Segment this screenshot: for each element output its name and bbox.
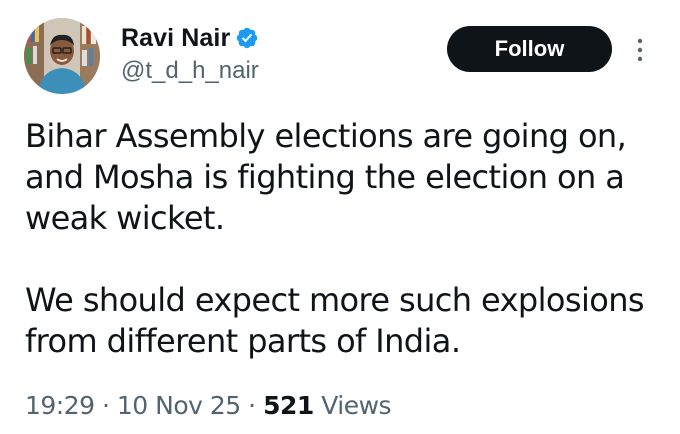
views-label: Views: [321, 391, 392, 420]
user-handle[interactable]: @t_d_h_nair: [121, 56, 259, 86]
avatar[interactable]: [24, 18, 100, 94]
more-vertical-icon[interactable]: [633, 36, 647, 64]
tweet-date[interactable]: 10 Nov 25: [117, 391, 241, 420]
tweet-paragraph: We should expect more such explosions fr…: [25, 281, 645, 360]
display-name[interactable]: Ravi Nair: [121, 22, 230, 54]
avatar-photo: [24, 18, 100, 94]
tweet-text: Bihar Assembly elections are going on, a…: [25, 116, 665, 362]
follow-button[interactable]: Follow: [447, 26, 612, 72]
tweet-time[interactable]: 19:29: [25, 391, 95, 420]
tweet-card: Ravi Nair @t_d_h_nair Follow Bihar Assem…: [0, 0, 680, 434]
verified-badge-icon[interactable]: [235, 26, 259, 50]
meta-separator: ·: [102, 391, 110, 420]
views-count[interactable]: 521: [263, 391, 314, 420]
tweet-meta: 19:29 · 10 Nov 25 · 521 Views: [25, 390, 392, 422]
meta-separator: ·: [248, 391, 256, 420]
tweet-paragraph: Bihar Assembly elections are going on, a…: [25, 117, 627, 237]
name-row: Ravi Nair: [121, 22, 259, 54]
author-block: Ravi Nair @t_d_h_nair: [121, 22, 259, 86]
